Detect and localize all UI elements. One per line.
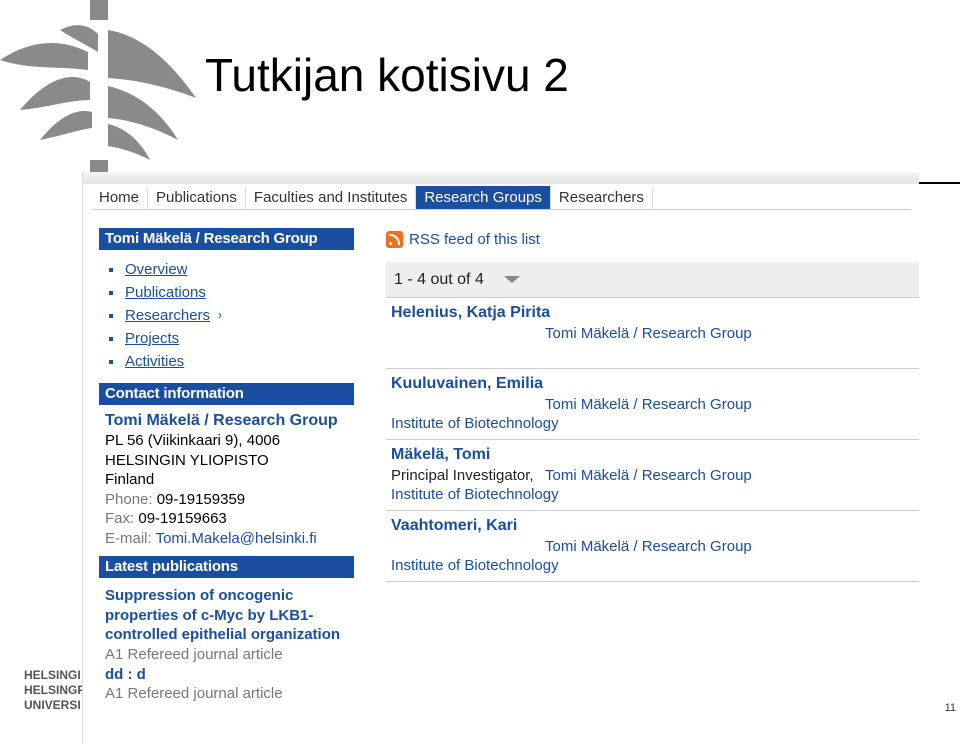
- researcher-name[interactable]: Helenius, Katja Pirita: [391, 302, 919, 324]
- empty-institute: [391, 343, 919, 362]
- contact-email: E-mail: Tomi.Makela@helsinki.fi: [105, 529, 348, 549]
- page-number: 11: [944, 702, 956, 714]
- researcher-list: RSS feed of this list 1 - 4 out of 4 Hel…: [386, 228, 919, 582]
- bullet-icon: [109, 290, 113, 295]
- nav-publications[interactable]: Publications: [148, 186, 246, 209]
- fax-label: Fax:: [105, 510, 135, 527]
- menu-item-overview: Overview: [109, 258, 354, 281]
- affiliation-line: Tomi Mäkelä / Research Group: [391, 537, 919, 556]
- researcher-name[interactable]: Kuuluvainen, Emilia: [391, 373, 919, 395]
- researcher-name[interactable]: Vaahtomeri, Kari: [391, 515, 919, 537]
- nav-researchers[interactable]: Researchers: [551, 186, 653, 209]
- browser-chrome: [83, 172, 919, 184]
- menu-item-researchers: Researchers ›: [109, 304, 354, 327]
- email-link[interactable]: Tomi.Makela@helsinki.fi: [156, 530, 317, 547]
- researcher-name[interactable]: Mäkelä, Tomi: [391, 444, 919, 466]
- caret-down-icon[interactable]: [503, 276, 520, 283]
- publication-title[interactable]: dd : d: [105, 665, 348, 685]
- university-logo: [0, 0, 196, 175]
- chevron-right-icon: ›: [218, 308, 223, 322]
- menu-link-projects[interactable]: Projects: [125, 327, 179, 350]
- researcher-institute[interactable]: Institute of Biotechnology: [391, 414, 919, 433]
- affiliation-line: Tomi Mäkelä / Research Group: [391, 324, 919, 343]
- group-menu: Overview Publications Researchers › Proje…: [99, 250, 354, 383]
- phone-value: 09-19159359: [156, 490, 246, 508]
- latest-publications: Suppression of oncogenic properties of c…: [99, 578, 354, 704]
- university-name: HELSINGI HELSINGF UNIVERSI: [24, 668, 84, 713]
- slide-title: Tutkijan kotisivu 2: [205, 49, 569, 101]
- phone-label: Phone:: [105, 490, 153, 508]
- menu-link-researchers[interactable]: Researchers: [125, 304, 210, 327]
- title-divider: [918, 182, 960, 184]
- rss-feed[interactable]: RSS feed of this list: [386, 228, 919, 250]
- publication-type: A1 Refereed journal article: [105, 685, 283, 702]
- menu-item-publications: Publications: [109, 281, 354, 304]
- menu-link-publications[interactable]: Publications: [125, 281, 206, 304]
- contact-country: Finland: [105, 471, 155, 488]
- contact-heading: Contact information: [99, 383, 354, 405]
- list-item: Mäkelä, Tomi Principal Investigator, Tomi…: [386, 440, 919, 511]
- menu-link-overview[interactable]: Overview: [125, 258, 188, 281]
- embedded-webpage: Home Publications Faculties and Institut…: [82, 172, 919, 744]
- bullet-icon: [109, 359, 113, 364]
- affiliation-line: Principal Investigator, Tomi Mäkelä / Res…: [391, 466, 919, 485]
- menu-item-activities: Activities: [109, 350, 354, 373]
- fax-value: 09-19159663: [138, 510, 227, 527]
- contact-info: Tomi Mäkelä / Research Group PL 56 (Viik…: [99, 405, 354, 556]
- researcher-group[interactable]: Tomi Mäkelä / Research Group: [545, 538, 752, 555]
- rss-link[interactable]: RSS feed of this list: [409, 231, 540, 248]
- contact-group-name[interactable]: Tomi Mäkelä / Research Group: [105, 411, 348, 431]
- email-label: E-mail:: [105, 529, 152, 547]
- rss-icon: [386, 230, 403, 248]
- researcher-institute[interactable]: Institute of Biotechnology: [391, 485, 919, 504]
- pager-text: 1 - 4 out of 4: [394, 270, 484, 288]
- university-name-line: HELSINGF: [24, 683, 84, 697]
- publication-type: A1 Refereed journal article: [105, 645, 283, 663]
- menu-item-projects: Projects: [109, 327, 354, 350]
- university-name-line: UNIVERSI: [24, 698, 81, 712]
- publication-title[interactable]: Suppression of oncogenic properties of c…: [105, 586, 348, 645]
- researcher-role: Principal Investigator,: [391, 467, 534, 484]
- nav-faculties[interactable]: Faculties and Institutes: [246, 186, 417, 209]
- group-heading: Tomi Mäkelä / Research Group: [99, 228, 354, 250]
- contact-address-line: PL 56 (Viikinkaari 9), 4006: [105, 432, 281, 449]
- researcher-group[interactable]: Tomi Mäkelä / Research Group: [545, 396, 752, 413]
- affiliation-line: Tomi Mäkelä / Research Group: [391, 395, 919, 414]
- bullet-icon: [109, 313, 113, 318]
- university-name-line: HELSINGI: [24, 668, 81, 682]
- researcher-institute[interactable]: Institute of Biotechnology: [391, 556, 919, 575]
- researcher-group[interactable]: Tomi Mäkelä / Research Group: [545, 467, 752, 484]
- contact-phone: Phone: 09-19159359: [105, 490, 348, 510]
- nav-research-groups[interactable]: Research Groups: [416, 186, 551, 209]
- contact-fax: Fax: 09-19159663: [105, 509, 348, 529]
- main-nav: Home Publications Faculties and Institut…: [91, 186, 911, 210]
- bullet-icon: [109, 336, 113, 341]
- bullet-icon: [109, 267, 113, 272]
- sidebar: Tomi Mäkelä / Research Group Overview Pu…: [99, 228, 354, 704]
- pager[interactable]: 1 - 4 out of 4: [386, 262, 919, 298]
- researcher-group[interactable]: Tomi Mäkelä / Research Group: [545, 325, 752, 342]
- contact-address-line: HELSINGIN YLIOPISTO: [105, 451, 269, 469]
- list-item: Kuuluvainen, Emilia Tomi Mäkelä / Resear…: [386, 369, 919, 440]
- menu-link-activities[interactable]: Activities: [125, 350, 184, 373]
- nav-home[interactable]: Home: [91, 186, 149, 209]
- latest-publications-heading: Latest publications: [99, 556, 354, 578]
- list-item: Helenius, Katja Pirita Tomi Mäkelä / Res…: [386, 298, 919, 369]
- list-item: Vaahtomeri, Kari Tomi Mäkelä / Research …: [386, 511, 919, 582]
